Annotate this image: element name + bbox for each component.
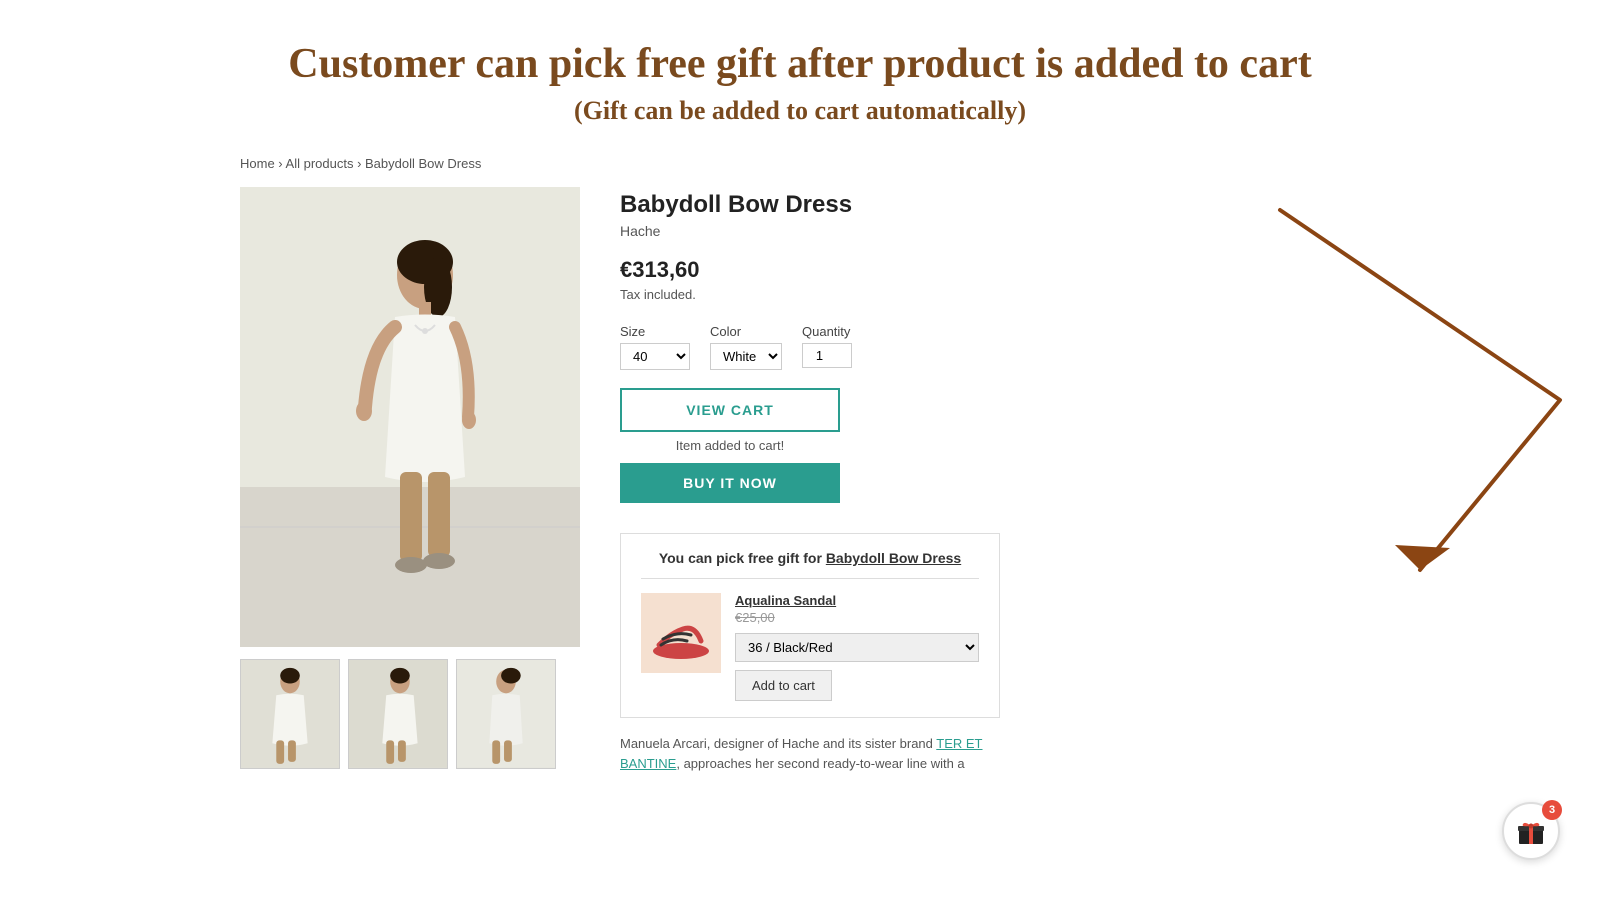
size-select[interactable]: 40 38 42 44	[620, 343, 690, 370]
gift-panel-title: You can pick free gift for Babydoll Bow …	[641, 550, 979, 579]
main-product-image	[240, 187, 580, 647]
quantity-label: Quantity	[802, 324, 852, 339]
buy-now-button[interactable]: BUY IT NOW	[620, 463, 840, 503]
page-wrapper: Customer can pick free gift after produc…	[0, 0, 1600, 900]
product-tax: Tax included.	[620, 287, 1240, 302]
gift-product-link[interactable]: Babydoll Bow Dress	[826, 550, 961, 566]
item-added-text: Item added to cart!	[620, 438, 840, 453]
gift-info: Aqualina Sandal €25,00 36 / Black/Red 37…	[735, 593, 979, 701]
product-brand: Hache	[620, 223, 1240, 239]
page-subtitle: (Gift can be added to cart automatically…	[60, 96, 1540, 126]
gift-item: Aqualina Sandal €25,00 36 / Black/Red 37…	[641, 593, 979, 701]
product-description: Manuela Arcari, designer of Hache and it…	[620, 734, 1000, 773]
gift-badge: 3	[1542, 800, 1562, 820]
page-main-title: Customer can pick free gift after produc…	[60, 40, 1540, 88]
product-images	[240, 187, 580, 773]
ter-et-bantine-link[interactable]: TER ET BANTINE	[620, 736, 983, 771]
quantity-input[interactable]	[802, 343, 852, 368]
gift-add-to-cart-button[interactable]: Add to cart	[735, 670, 832, 701]
arrow-annotation	[1200, 200, 1600, 650]
gift-icon-button[interactable]: 3	[1502, 802, 1560, 860]
view-cart-button[interactable]: VIEW CART	[620, 388, 840, 432]
content-area: Babydoll Bow Dress Hache €313,60 Tax inc…	[240, 187, 1240, 773]
thumbnail-3[interactable]	[456, 659, 556, 769]
size-label: Size	[620, 324, 690, 339]
gift-panel: You can pick free gift for Babydoll Bow …	[620, 533, 1000, 718]
gift-product-name[interactable]: Aqualina Sandal	[735, 593, 979, 608]
color-option-group: Color White Black Blue	[710, 324, 782, 370]
product-name: Babydoll Bow Dress	[620, 191, 1240, 219]
gift-product-image	[641, 593, 721, 673]
breadcrumb-current: Babydoll Bow Dress	[365, 156, 481, 171]
color-label: Color	[710, 324, 782, 339]
gift-variant-select[interactable]: 36 / Black/Red 37 / Black/Red 38 / Black…	[735, 633, 979, 662]
product-price: €313,60	[620, 257, 1240, 283]
options-row: Size 40 38 42 44 Color White Black Blue	[620, 324, 1240, 370]
product-details: Babydoll Bow Dress Hache €313,60 Tax inc…	[620, 187, 1240, 773]
breadcrumb-all-products[interactable]: All products	[286, 156, 354, 171]
quantity-option-group: Quantity	[802, 324, 852, 370]
breadcrumb: Home › All products › Babydoll Bow Dress	[240, 156, 1540, 171]
breadcrumb-home[interactable]: Home	[240, 156, 275, 171]
size-option-group: Size 40 38 42 44	[620, 324, 690, 370]
thumbnail-1[interactable]	[240, 659, 340, 769]
gift-product-price: €25,00	[735, 610, 979, 625]
thumbnail-2[interactable]	[348, 659, 448, 769]
color-select[interactable]: White Black Blue	[710, 343, 782, 370]
gift-box-icon	[1515, 815, 1547, 847]
thumbnail-row	[240, 659, 580, 769]
